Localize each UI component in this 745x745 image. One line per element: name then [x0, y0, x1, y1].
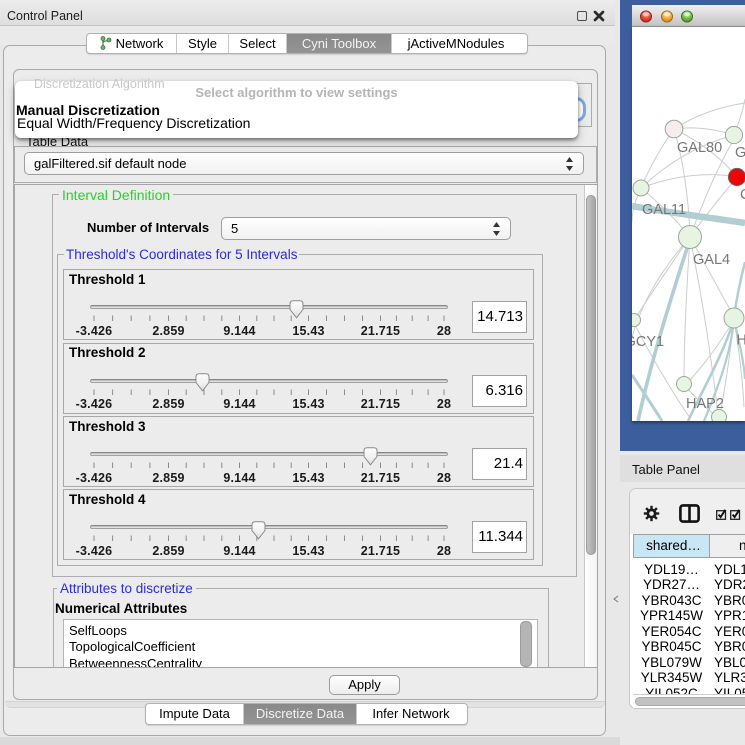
svg-text:GAL80: GAL80 — [677, 140, 722, 156]
svg-text:GAL11: GAL11 — [642, 202, 686, 218]
svg-text:GA: GA — [735, 145, 745, 161]
svg-text:GAL4: GAL4 — [693, 252, 730, 268]
svg-text:HAP2: HAP2 — [686, 396, 724, 412]
svg-text:C: C — [740, 187, 745, 203]
svg-text:GCY1: GCY1 — [632, 334, 664, 350]
svg-text:HE: HE — [736, 333, 745, 349]
